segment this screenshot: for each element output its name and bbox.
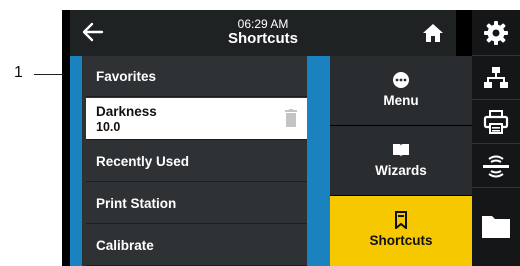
list-item-value: 10.0 <box>96 120 121 134</box>
sensor-icon <box>483 155 509 177</box>
nav-label: Shortcuts <box>369 233 433 248</box>
list-item-label: Favorites <box>96 68 157 84</box>
shortcuts-panel: Favorites Darkness 10.0 Recently Used Pr… <box>70 56 330 266</box>
network-icon <box>484 66 508 88</box>
list-item-label: Print Station <box>96 195 177 211</box>
shortcuts-list[interactable]: Favorites Darkness 10.0 Recently Used Pr… <box>86 56 307 266</box>
page-title: Shortcuts <box>227 30 298 47</box>
scrollbar[interactable] <box>307 56 330 266</box>
settings-button[interactable] <box>472 10 520 56</box>
book-icon <box>393 144 409 157</box>
main-nav: Menu Wizards Shortcuts <box>330 56 472 266</box>
list-item-favorites[interactable]: Favorites <box>86 56 307 97</box>
sensor-button[interactable] <box>472 144 520 188</box>
nav-label: Wizards <box>375 163 427 178</box>
print-button[interactable] <box>472 100 520 144</box>
nav-label: Menu <box>383 93 419 108</box>
list-item-recently-used[interactable]: Recently Used <box>86 141 307 182</box>
gear-icon <box>484 20 508 45</box>
callout-label: 1 <box>14 64 23 81</box>
left-accent-bar <box>70 56 82 266</box>
list-item-darkness[interactable]: Darkness 10.0 <box>86 98 307 140</box>
nav-menu-button[interactable]: Menu <box>330 56 472 126</box>
folder-button[interactable] <box>472 188 520 266</box>
network-button[interactable] <box>472 56 520 100</box>
folder-icon <box>482 216 510 238</box>
nav-shortcuts-button[interactable]: Shortcuts <box>330 196 472 266</box>
bookmark-icon <box>395 211 407 229</box>
list-item-calibrate[interactable]: Calibrate <box>86 225 307 266</box>
list-item-label: Calibrate <box>96 237 154 253</box>
printer-icon <box>483 109 509 134</box>
header-bar: 06:29 AM Shortcuts <box>70 10 456 56</box>
menu-dots-icon <box>393 72 409 88</box>
nav-wizards-button[interactable]: Wizards <box>330 126 472 196</box>
home-icon[interactable] <box>422 22 444 44</box>
clock-time: 06:29 AM <box>237 17 289 31</box>
trash-icon[interactable] <box>284 109 298 127</box>
side-toolbar <box>472 10 520 266</box>
list-item-print-station[interactable]: Print Station <box>86 183 307 224</box>
list-item-label: Recently Used <box>96 153 190 169</box>
list-item-label: Darkness <box>96 104 157 119</box>
printer-screen: 06:29 AM Shortcuts Favorites Darkness 10… <box>62 10 520 266</box>
